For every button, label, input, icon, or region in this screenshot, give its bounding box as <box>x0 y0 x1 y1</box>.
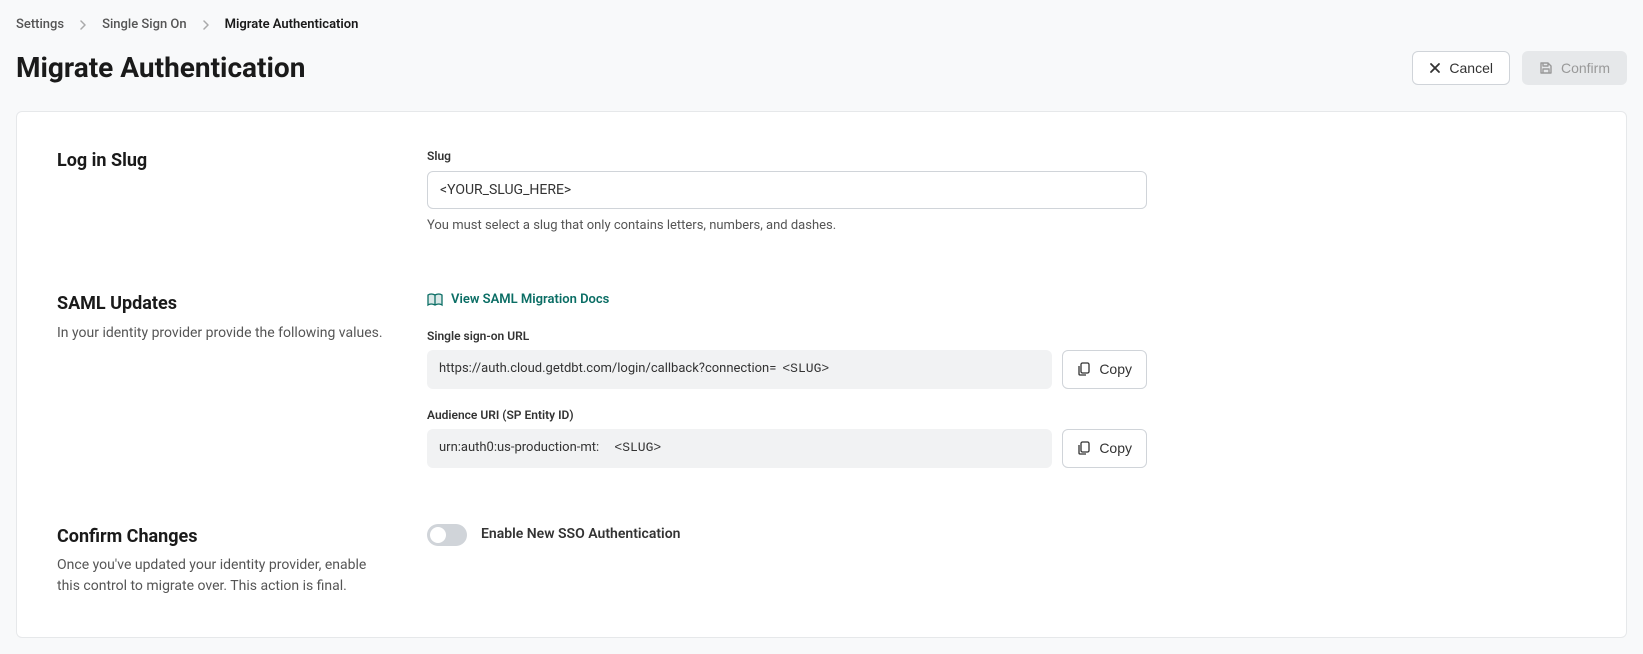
book-icon <box>427 293 443 307</box>
breadcrumb: Settings Single Sign On Migrate Authenti… <box>16 16 1627 34</box>
view-docs-link[interactable]: View SAML Migration Docs <box>427 291 609 309</box>
slug-input[interactable] <box>427 171 1147 209</box>
copy-icon <box>1077 441 1091 455</box>
enable-sso-toggle[interactable] <box>427 524 467 546</box>
audience-uri-label: Audience URI (SP Entity ID) <box>427 407 1147 424</box>
save-icon <box>1539 61 1553 75</box>
breadcrumb-item-current: Migrate Authentication <box>225 16 359 34</box>
section-desc-confirm: Once you've updated your identity provid… <box>57 555 387 597</box>
chevron-right-icon <box>201 20 211 30</box>
sso-url-value: https://auth.cloud.getdbt.com/login/call… <box>427 350 1052 388</box>
section-desc-saml: In your identity provider provide the fo… <box>57 323 387 344</box>
cancel-button[interactable]: Cancel <box>1412 51 1510 85</box>
audience-uri-value: urn:auth0:us-production-mt: <SLUG> <box>427 429 1052 467</box>
breadcrumb-item-sso[interactable]: Single Sign On <box>102 16 187 34</box>
close-icon <box>1429 62 1441 74</box>
toggle-label: Enable New SSO Authentication <box>481 525 680 545</box>
chevron-right-icon <box>78 20 88 30</box>
slug-field-label: Slug <box>427 148 1147 165</box>
section-title-confirm: Confirm Changes <box>57 524 387 549</box>
page-title: Migrate Authentication <box>16 48 305 87</box>
sso-url-label: Single sign-on URL <box>427 328 1147 345</box>
copy-sso-url-button[interactable]: Copy <box>1062 350 1147 388</box>
confirm-button[interactable]: Confirm <box>1522 51 1627 85</box>
slug-help-text: You must select a slug that only contain… <box>427 217 1147 235</box>
copy-icon <box>1077 362 1091 376</box>
breadcrumb-item-settings[interactable]: Settings <box>16 16 64 34</box>
section-title-slug: Log in Slug <box>57 148 387 173</box>
copy-audience-uri-button[interactable]: Copy <box>1062 429 1147 467</box>
section-title-saml: SAML Updates <box>57 291 387 316</box>
